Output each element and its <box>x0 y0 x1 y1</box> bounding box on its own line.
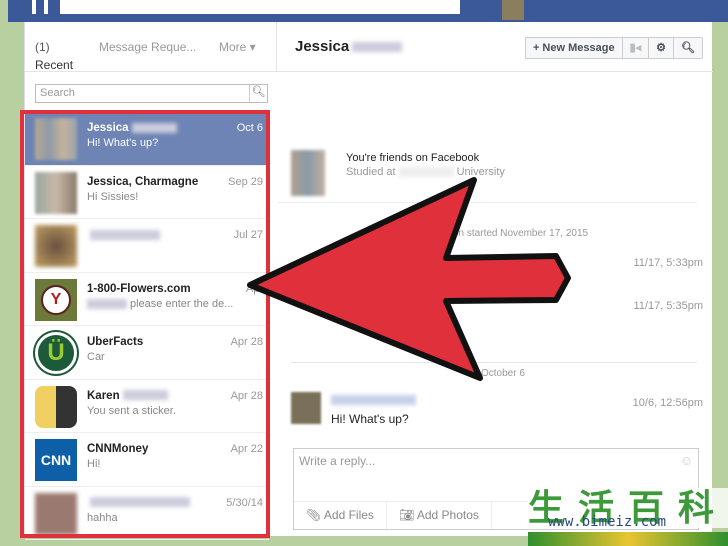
pointer-arrow <box>247 177 571 381</box>
red-arrow-shape <box>247 177 571 381</box>
watermark: 生活百科 www.bimeiz.com <box>528 488 728 546</box>
